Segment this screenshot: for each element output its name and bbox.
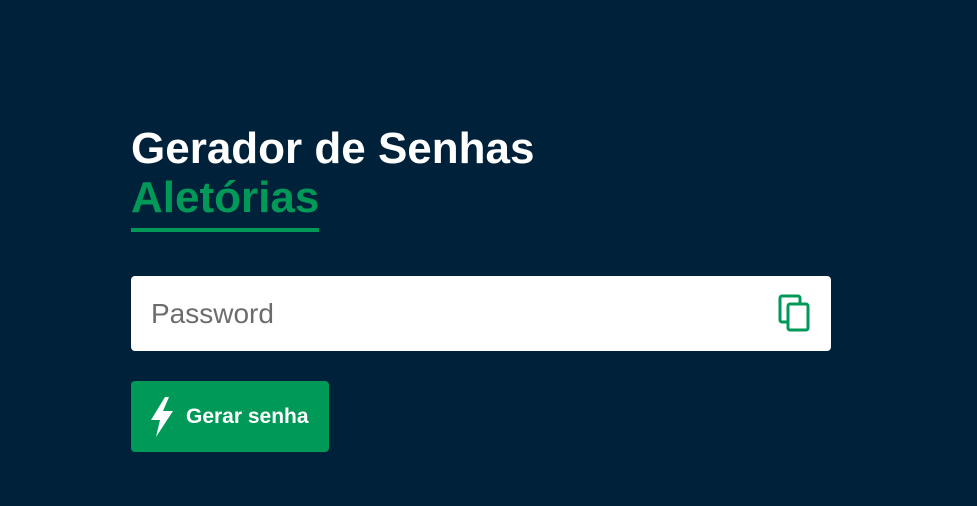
copy-icon bbox=[778, 294, 810, 332]
generate-password-button[interactable]: Gerar senha bbox=[131, 381, 329, 452]
page-subtitle-underline: Aletórias bbox=[131, 173, 320, 232]
page-title: Gerador de Senhas bbox=[131, 124, 535, 173]
password-input[interactable] bbox=[151, 276, 751, 351]
page-subtitle: Aletórias bbox=[131, 173, 320, 222]
lightning-bolt-icon bbox=[151, 396, 173, 437]
password-field-box bbox=[131, 276, 831, 351]
generate-button-label: Gerar senha bbox=[186, 404, 309, 428]
generator-container: Gerador de Senhas Aletórias Gerar senha bbox=[131, 124, 831, 452]
copy-button[interactable] bbox=[777, 294, 815, 334]
